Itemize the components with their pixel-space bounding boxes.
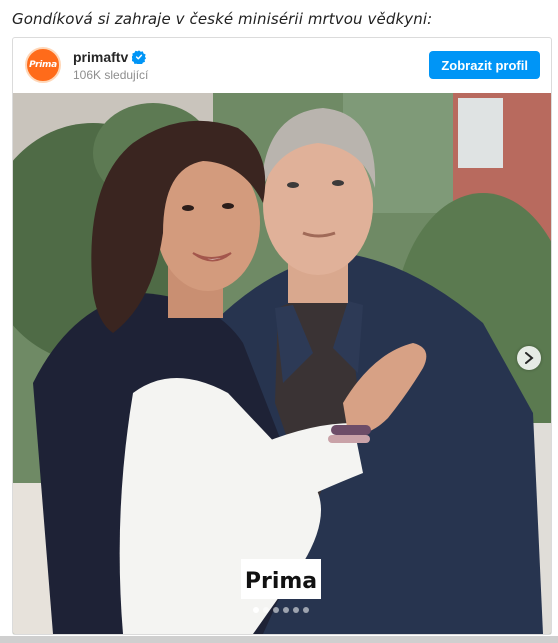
watermark-text: Prima — [245, 569, 317, 594]
account-name[interactable]: primaftv — [73, 49, 128, 65]
post-photo[interactable]: Prima — [13, 93, 551, 634]
instagram-embed: Prima primaftv 106K sledující Zobrazit p… — [12, 37, 552, 635]
carousel-indicator — [253, 607, 309, 613]
carousel-next-button[interactable] — [517, 346, 541, 370]
account-avatar[interactable]: Prima — [25, 47, 61, 83]
carousel-dot — [293, 607, 299, 613]
avatar-logo-text: Prima — [29, 60, 57, 70]
page-bottom-divider — [0, 636, 558, 643]
photo-illustration — [13, 93, 551, 634]
carousel-dot — [283, 607, 289, 613]
verified-badge-icon — [132, 50, 146, 64]
prima-logo-icon: Prima — [241, 559, 321, 599]
chevron-right-icon — [525, 352, 534, 364]
view-profile-button[interactable]: Zobrazit profil — [429, 51, 540, 79]
followers-count: 106K sledující — [73, 68, 149, 82]
embed-header: Prima primaftv 106K sledující Zobrazit p… — [13, 38, 551, 93]
carousel-dot — [303, 607, 309, 613]
prima-watermark: Prima — [241, 559, 321, 599]
carousel-dot — [263, 607, 269, 613]
article-headline: Gondíková si zahraje v české minisérii m… — [12, 10, 433, 28]
carousel-dot-active — [253, 607, 259, 613]
carousel-dot — [273, 607, 279, 613]
